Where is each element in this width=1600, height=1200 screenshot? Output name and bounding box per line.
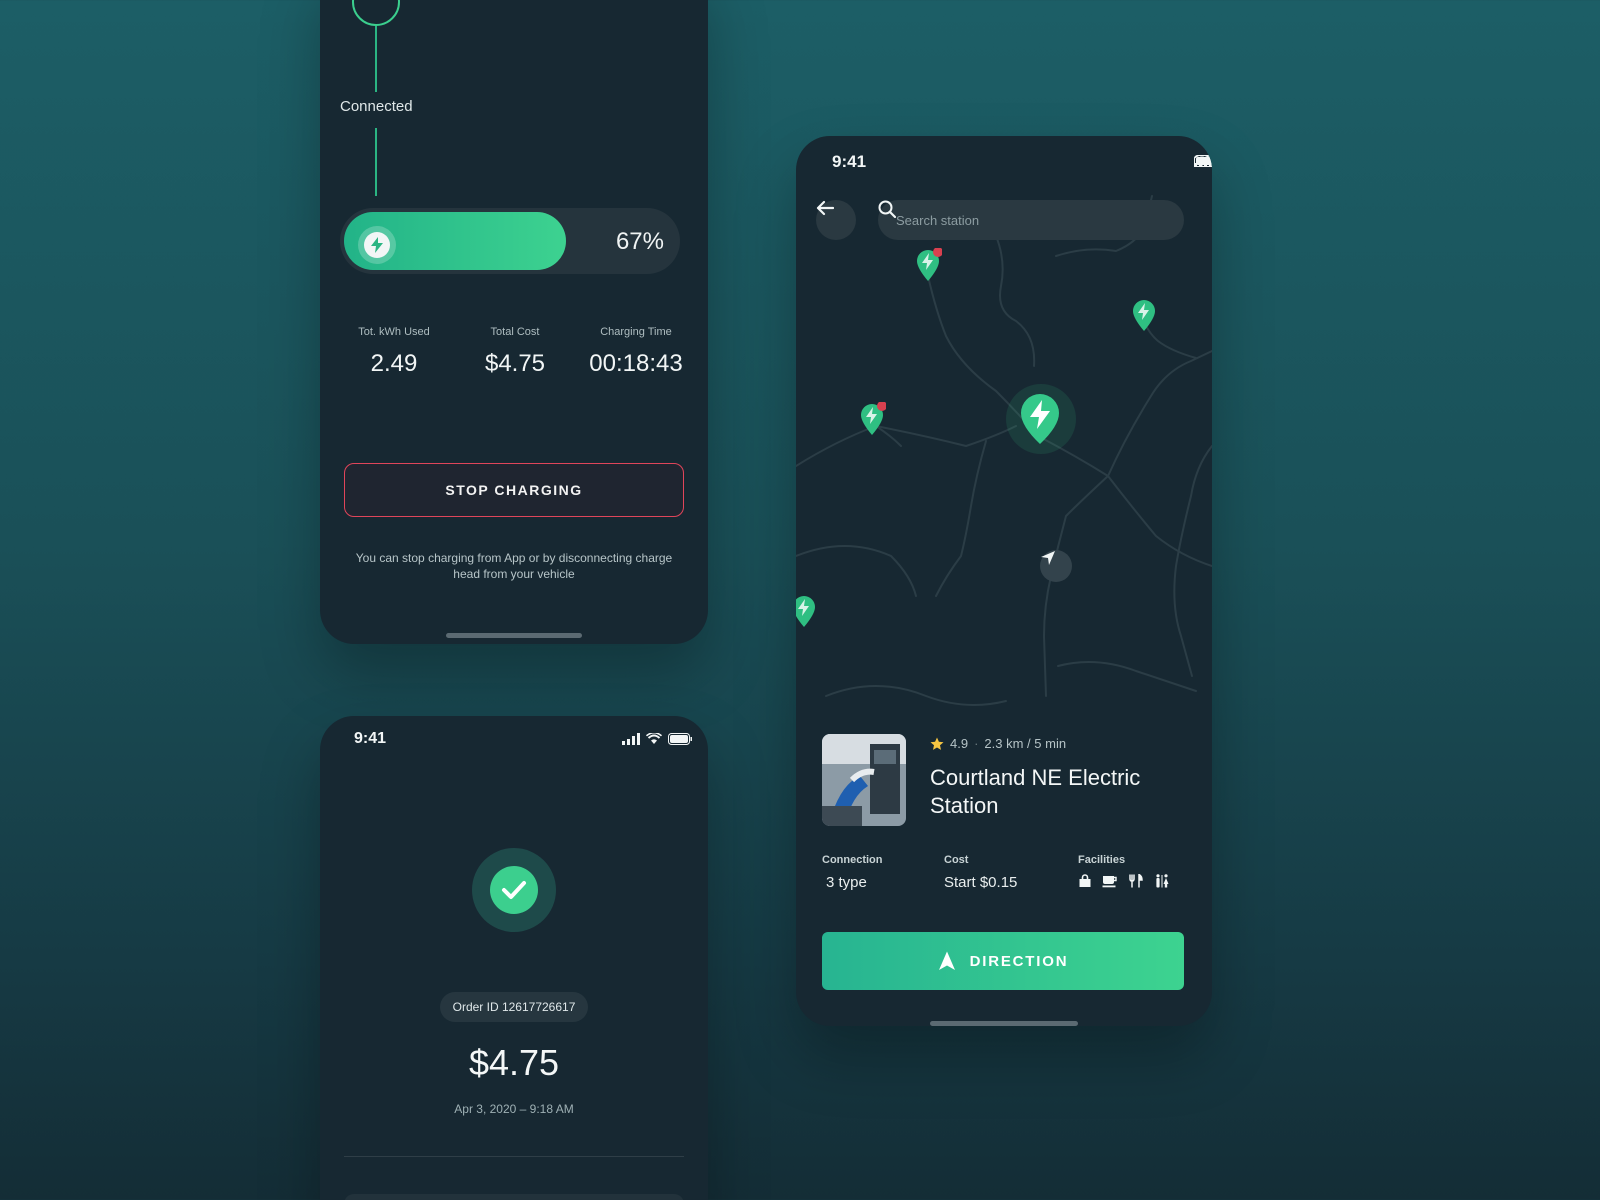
charge-percentage: 67% (615, 228, 664, 255)
stop-charging-button[interactable]: STOP CHARGING (344, 463, 684, 517)
station-rating: 4.9 (950, 736, 969, 751)
map-screen: 9:41 Search station 4.9 · 2.3 km / 5 min… (796, 136, 1212, 1026)
charging-pin-icon (1133, 300, 1155, 331)
checkmark-icon (502, 881, 526, 899)
battery-icon (668, 733, 692, 745)
info-value: 3 type (826, 874, 867, 891)
search-icon[interactable] (878, 200, 896, 218)
stat-charging-time: Charging Time 00:18:43 (576, 326, 696, 378)
charging-screen: Connected 67% Tot. kWh Used 2.49 Total C… (320, 0, 708, 644)
facilities-icons (1078, 874, 1170, 888)
wifi-icon (646, 733, 662, 744)
info-label: Connection (822, 854, 883, 866)
order-id-chip: Order ID 12617726617 (440, 992, 588, 1022)
stat-label: Tot. kWh Used (358, 326, 430, 338)
stat-value: 00:18:43 (589, 350, 683, 377)
coffee-icon (1102, 876, 1117, 888)
map-view[interactable]: 9:41 (796, 136, 1212, 726)
step-connector (375, 26, 377, 92)
status-icons (622, 733, 692, 745)
current-location-marker (1040, 550, 1072, 582)
home-indicator (930, 1021, 1078, 1026)
shop-icon (1079, 874, 1091, 887)
meta-separator: · (974, 736, 979, 751)
receipt-amount: $4.75 (468, 1042, 560, 1083)
charger-photo-image (822, 734, 906, 826)
battery-icon (1194, 155, 1212, 167)
station-distance: 2.3 km / 5 min (984, 736, 1067, 751)
info-label: Cost (944, 854, 969, 866)
stat-total-cost: Total Cost $4.75 (455, 326, 575, 378)
bolt-icon (371, 237, 383, 253)
direction-button-label: DIRECTION (969, 952, 1069, 970)
cost-info: Cost Start $0.15 (944, 854, 1017, 891)
status-time: 9:41 (832, 152, 867, 171)
station-photo (822, 734, 906, 826)
charging-pin-icon (796, 596, 815, 627)
charge-progress-bar: 67% (340, 208, 680, 274)
direction-button[interactable]: DIRECTION (822, 932, 1184, 990)
station-meta: 4.9 · 2.3 km / 5 min (930, 736, 1066, 751)
charging-pin-icon (917, 248, 942, 281)
signal-icon (622, 733, 640, 745)
charge-progress-fill (344, 212, 567, 270)
info-value: Start $0.15 (944, 874, 1018, 891)
step-label-connected: Connected (340, 98, 413, 115)
receipt-date: Apr 3, 2020 – 9:18 AM (454, 1102, 574, 1116)
receipt-next-card (344, 1194, 684, 1200)
stat-label: Total Cost (490, 326, 540, 338)
success-indicator (472, 848, 556, 932)
divider (344, 1156, 684, 1157)
home-indicator (446, 633, 582, 638)
info-label: Facilities (1078, 854, 1126, 866)
stop-charging-note: You can stop charging from App or by dis… (355, 551, 673, 581)
star-icon (930, 737, 944, 750)
status-time: 9:41 (354, 730, 387, 747)
back-button[interactable] (816, 200, 856, 240)
restaurant-icon (1129, 874, 1143, 888)
receipt-screen: 9:41 Order ID 12617726617 $4.75 Apr 3, 2… (320, 716, 708, 1200)
stat-value: $4.75 (484, 350, 546, 377)
step-indicator-dot (352, 0, 400, 26)
navigation-arrow-icon (1041, 551, 1055, 565)
restroom-icon (1156, 874, 1169, 888)
arrow-left-icon (816, 200, 834, 216)
charging-pin-icon (1021, 394, 1059, 444)
search-input[interactable] (896, 212, 1170, 228)
stat-value: 2.49 (370, 350, 418, 377)
facilities-info: Facilities (1078, 854, 1170, 888)
step-connector (375, 128, 377, 196)
station-name: Courtland NE Electric Station (930, 765, 1141, 818)
stat-kwh: Tot. kWh Used 2.49 (334, 326, 454, 378)
connection-info: Connection 3 type (822, 854, 883, 891)
charging-pin-icon (861, 402, 886, 435)
charging-stats: Tot. kWh Used 2.49 Total Cost $4.75 Char… (334, 326, 696, 378)
charge-knob (358, 226, 396, 264)
stat-label: Charging Time (600, 326, 672, 338)
navigation-arrow-icon (938, 951, 955, 970)
search-bar[interactable] (878, 200, 1184, 240)
